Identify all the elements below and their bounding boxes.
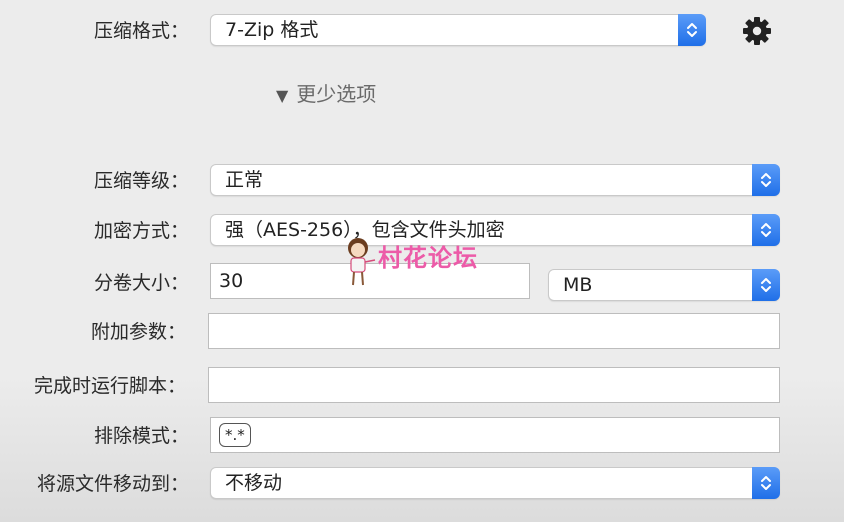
level-value: 正常 — [225, 169, 264, 191]
exclude-pattern-input[interactable]: *.* — [210, 417, 780, 453]
triangle-down-icon: ▼ — [276, 86, 289, 105]
encryption-popup[interactable]: 强（AES-256），包含文件头加密 — [210, 214, 780, 246]
watermark-girl-icon — [348, 238, 376, 286]
level-popup[interactable]: 正常 — [210, 164, 780, 196]
format-value: 7-Zip 格式 — [225, 19, 319, 41]
exclude-pattern-token[interactable]: *.* — [219, 423, 251, 447]
split-size-value: 30 — [219, 270, 244, 292]
updown-chevron-icon — [678, 14, 706, 46]
encryption-label: 加密方式： — [93, 220, 189, 242]
updown-chevron-icon — [752, 269, 780, 301]
split-label: 分卷大小： — [93, 272, 189, 294]
extra-params-label: 附加参数： — [90, 321, 186, 343]
watermark-text: 村花论坛 — [378, 244, 478, 272]
format-popup[interactable]: 7-Zip 格式 — [210, 14, 706, 46]
updown-chevron-icon — [752, 164, 780, 196]
fewer-options-label: 更少选项 — [296, 82, 377, 106]
split-unit-value: MB — [563, 274, 593, 296]
exclude-label: 排除模式： — [93, 425, 189, 447]
fewer-options-toggle[interactable]: ▼ 更少选项 — [276, 78, 376, 107]
post-script-input[interactable] — [208, 367, 780, 403]
post-script-label: 完成时运行脚本： — [33, 375, 186, 397]
gear-icon[interactable] — [741, 15, 773, 51]
forum-watermark: 村花论坛 — [342, 236, 477, 292]
move-source-value: 不移动 — [225, 472, 283, 494]
move-source-popup[interactable]: 不移动 — [210, 467, 780, 499]
updown-chevron-icon — [752, 214, 780, 246]
split-unit-popup[interactable]: MB — [548, 269, 780, 301]
format-label: 压缩格式： — [93, 20, 189, 42]
move-source-label: 将源文件移动到： — [36, 473, 189, 495]
extra-params-input[interactable] — [208, 313, 780, 349]
level-label: 压缩等级： — [93, 170, 189, 192]
updown-chevron-icon — [752, 467, 780, 499]
